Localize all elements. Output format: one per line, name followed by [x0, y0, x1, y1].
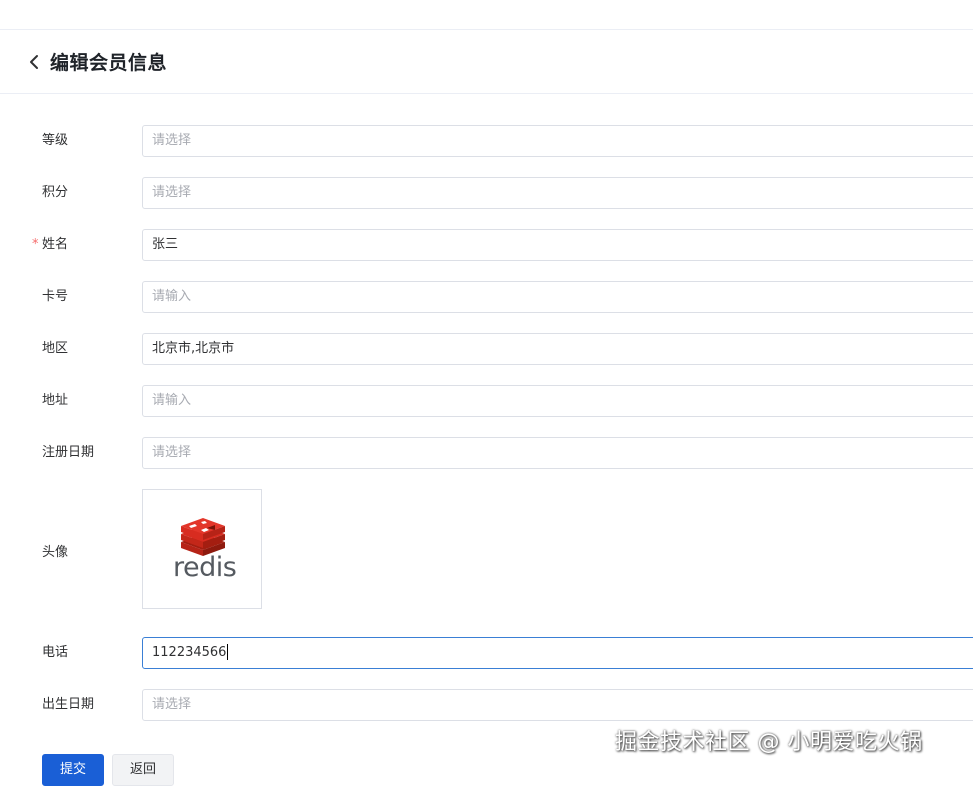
field-label: 出生日期	[42, 697, 95, 712]
birthday-date-picker[interactable]: 请选择	[142, 689, 973, 721]
region-cascader[interactable]: 北京市,北京市	[142, 333, 973, 365]
phone-value: 112234566	[152, 645, 227, 660]
field-label-text: 姓名	[42, 237, 69, 252]
avatar-label: 头像	[42, 545, 69, 560]
redis-logo-text: redis	[173, 552, 237, 583]
top-bar	[0, 0, 973, 30]
form-row-level: 等级 请选择	[0, 125, 973, 157]
register-date-picker[interactable]: 请选择	[142, 437, 973, 469]
avatar-uploader[interactable]: redis	[142, 489, 262, 609]
form-row-phone: 电话 112234566	[0, 637, 973, 669]
watermark: 掘金技术社区 @ 小明爱吃火锅	[615, 730, 923, 755]
card-number-input[interactable]: 请输入	[142, 281, 973, 313]
back-button[interactable]: 返回	[112, 754, 174, 786]
address-input[interactable]: 请输入	[142, 385, 973, 417]
field-label: 地址	[42, 393, 69, 408]
field-label: 等级	[42, 133, 69, 148]
back-arrow-icon[interactable]	[26, 54, 42, 70]
level-select[interactable]: 请选择	[142, 125, 973, 157]
form-row-register-date: 注册日期 请选择	[0, 437, 973, 469]
field-label: 注册日期	[42, 445, 95, 460]
points-select[interactable]: 请选择	[142, 177, 973, 209]
text-caret	[227, 643, 229, 660]
phone-input[interactable]: 112234566	[142, 637, 973, 669]
field-label: * 姓名	[32, 229, 69, 261]
submit-button[interactable]: 提交	[42, 754, 104, 786]
form-row-address: 地址 请输入	[0, 385, 973, 417]
field-label: 卡号	[42, 289, 69, 304]
form-row-birthday: 出生日期 请选择	[0, 689, 973, 721]
page-title: 编辑会员信息	[50, 52, 168, 74]
form-row-card-number: 卡号 请输入	[0, 281, 973, 313]
field-label: 积分	[42, 185, 69, 200]
name-input[interactable]: 张三	[142, 229, 973, 261]
form-row-region: 地区 北京市,北京市	[0, 333, 973, 365]
field-label: 地区	[42, 341, 69, 356]
page-header: 编辑会员信息	[0, 30, 973, 94]
form-row-name: * 姓名 张三	[0, 229, 973, 261]
form-row-points: 积分 请选择	[0, 177, 973, 209]
required-mark: *	[32, 237, 39, 252]
field-label: 电话	[42, 645, 69, 660]
redis-logo-image	[181, 518, 225, 556]
